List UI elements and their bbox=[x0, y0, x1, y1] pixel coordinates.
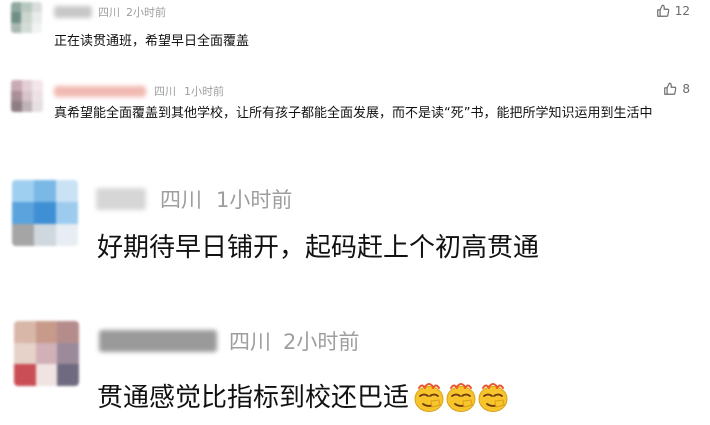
like-count: 8 bbox=[682, 82, 690, 96]
username-blurred[interactable] bbox=[54, 85, 146, 97]
avatar-tile bbox=[57, 342, 79, 365]
comment-time: 2小时前 bbox=[126, 6, 166, 19]
comment-time: 1小时前 bbox=[216, 188, 293, 212]
comment-meta: 四川 1小时前 bbox=[54, 83, 224, 99]
comment-location: 四川 bbox=[160, 188, 202, 212]
avatar-tile bbox=[21, 90, 33, 102]
avatar-tile bbox=[11, 90, 22, 102]
awesome-emoji-icon bbox=[414, 382, 444, 412]
avatar-tile bbox=[31, 22, 42, 33]
avatar-tile bbox=[21, 80, 33, 91]
comment-meta: 四川 2小时前 bbox=[54, 4, 166, 20]
comment-2: 四川 1小时前 8 真希望能全面覆盖到其他学校，让所有孩子都能全面发展，而不是读… bbox=[0, 75, 710, 150]
comment-text: 贯通感觉比指标到校还巴适 bbox=[97, 383, 410, 413]
avatar-tile bbox=[14, 364, 36, 386]
comment-1: 四川 2小时前 12 正在读贯通班，希望早日全面覆盖 bbox=[0, 0, 710, 60]
avatar-tile bbox=[35, 321, 58, 343]
comment-3: 四川 1小时前 好期待早日铺开，起码赶上个初高贯通 bbox=[0, 172, 710, 287]
avatar-tile bbox=[35, 342, 58, 365]
thumbs-up-icon bbox=[664, 82, 677, 95]
avatar-tile bbox=[32, 80, 43, 91]
avatar[interactable] bbox=[11, 80, 43, 112]
avatar-tile bbox=[12, 224, 34, 246]
like-button[interactable]: 8 bbox=[663, 82, 690, 96]
avatar-tile bbox=[32, 101, 43, 112]
comment-time: 2小时前 bbox=[283, 330, 360, 354]
comment-text: 好期待早日铺开，起码赶上个初高贯通 bbox=[97, 233, 540, 263]
avatar-tile bbox=[11, 101, 22, 112]
avatar-tile bbox=[34, 180, 56, 202]
avatar[interactable] bbox=[11, 2, 42, 33]
avatar-tile bbox=[21, 12, 32, 23]
avatar[interactable] bbox=[14, 321, 79, 386]
avatar-tile bbox=[11, 12, 22, 23]
avatar-tile bbox=[57, 321, 79, 343]
avatar-tile bbox=[14, 321, 36, 343]
comment-location: 四川 bbox=[154, 85, 176, 98]
avatar-tile bbox=[32, 90, 43, 102]
avatar-tile bbox=[21, 101, 33, 112]
comment-text: 真希望能全面覆盖到其他学校，让所有孩子都能全面发展，而不是读“死”书，能把所学知… bbox=[54, 106, 653, 121]
avatar-tile bbox=[11, 80, 22, 91]
avatar-tile bbox=[21, 2, 32, 13]
avatar-tile bbox=[56, 180, 78, 202]
comment-text: 正在读贯通班，希望早日全面覆盖 bbox=[54, 34, 250, 49]
awesome-emoji-icon bbox=[446, 382, 476, 412]
comment-location: 四川 bbox=[98, 6, 120, 19]
avatar-tile bbox=[12, 202, 34, 224]
awesome-emoji-icon bbox=[478, 382, 508, 412]
avatar-tile bbox=[35, 364, 58, 386]
avatar-tile bbox=[56, 202, 78, 224]
avatar-tile bbox=[21, 22, 32, 33]
avatar-tile bbox=[14, 342, 36, 365]
like-count: 12 bbox=[674, 4, 690, 18]
comment-time: 1小时前 bbox=[184, 85, 224, 98]
avatar-tile bbox=[57, 364, 79, 386]
username-blurred[interactable] bbox=[54, 6, 92, 18]
comment-location: 四川 bbox=[229, 330, 271, 354]
avatar-tile bbox=[11, 2, 22, 13]
avatar-tile bbox=[31, 12, 42, 23]
like-button[interactable]: 12 bbox=[656, 4, 690, 18]
comment-4: 四川 2小时前 贯通感觉比指标到校还巴适 bbox=[0, 315, 710, 425]
avatar-tile bbox=[11, 22, 22, 33]
avatar-tile bbox=[31, 2, 42, 13]
username-blurred[interactable] bbox=[96, 188, 146, 210]
avatar-tile bbox=[56, 224, 78, 246]
avatar[interactable] bbox=[12, 180, 78, 246]
avatar-tile bbox=[34, 224, 56, 246]
avatar-tile bbox=[34, 202, 56, 224]
thumbs-up-icon bbox=[656, 4, 670, 17]
comment-body: 贯通感觉比指标到校还巴适 bbox=[97, 377, 508, 414]
username-blurred[interactable] bbox=[99, 330, 217, 352]
emoji-group bbox=[411, 379, 508, 413]
avatar-tile bbox=[12, 180, 34, 202]
comment-meta: 四川 1小时前 bbox=[96, 184, 292, 214]
comment-meta: 四川 2小时前 bbox=[99, 326, 359, 356]
